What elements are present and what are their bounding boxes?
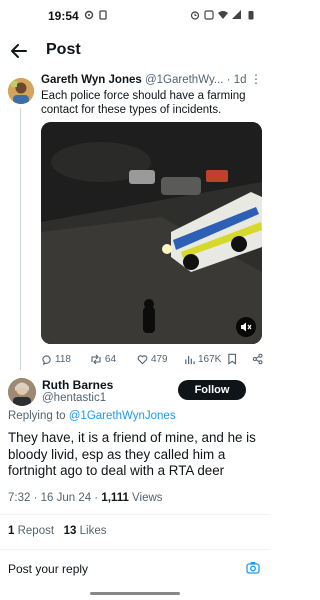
- views-total: 1,111: [101, 492, 129, 504]
- likes-total: 13: [63, 525, 77, 537]
- engagement-stats: 1 Repost 13 Likes: [8, 525, 106, 537]
- battery-icon: [248, 11, 254, 20]
- share-icon[interactable]: [252, 353, 263, 365]
- avatar-image: [8, 378, 36, 406]
- repost-action[interactable]: 64: [90, 354, 137, 365]
- author-name[interactable]: Ruth Barnes: [42, 378, 113, 392]
- post-text: Each police force should have a farming …: [41, 90, 246, 116]
- video-frame: [41, 122, 262, 344]
- parent-post-header: Gareth Wyn Jones @1GarethWy... · 1d: [41, 74, 263, 86]
- like-count: 479: [150, 353, 168, 365]
- repost-stat-label: Repost: [14, 525, 55, 537]
- nfc-icon: [204, 10, 214, 20]
- like-action[interactable]: 479: [137, 354, 184, 365]
- camera-icon[interactable]: [246, 561, 260, 575]
- views-count: 167K: [197, 353, 222, 365]
- reply-icon: [42, 354, 51, 365]
- reply-composer[interactable]: Post your reply: [0, 553, 270, 585]
- likes-stat[interactable]: 13 Likes: [64, 525, 107, 537]
- avatar[interactable]: [8, 78, 34, 104]
- mute-icon[interactable]: [236, 317, 256, 337]
- signal-icon: [232, 10, 241, 19]
- repost-icon: [91, 354, 101, 364]
- post-time: 1d: [233, 74, 247, 86]
- status-icons-left: [84, 10, 108, 20]
- post-timestamp: 7:32 · 16 Jun 24 · 1,111 Views: [8, 492, 163, 504]
- author-name[interactable]: Gareth Wyn Jones: [41, 74, 142, 86]
- replying-to-mention[interactable]: @1GarethWynJones: [69, 410, 176, 422]
- like-icon: [137, 354, 148, 364]
- repost-stat[interactable]: 1 Repost: [8, 525, 54, 537]
- home-indicator[interactable]: [90, 592, 180, 595]
- replying-to: Replying to @1GarethWynJones: [8, 410, 176, 422]
- back-arrow-icon[interactable]: [8, 40, 30, 62]
- settings-status-icon: [84, 10, 94, 20]
- meta-separator: ·: [226, 74, 231, 86]
- post-actions: 118 64 479 167K: [41, 352, 263, 366]
- reply-text: They have, it is a friend of mine, and h…: [8, 430, 256, 479]
- views-action[interactable]: 167K: [184, 354, 225, 365]
- reply-action[interactable]: 118: [41, 354, 90, 365]
- more-options-icon[interactable]: ⋮: [250, 72, 262, 86]
- repost-count: 64: [104, 353, 117, 365]
- wifi-icon: [218, 11, 228, 19]
- status-icons-right: [190, 10, 256, 20]
- timestamp-date[interactable]: 7:32 · 16 Jun 24 ·: [8, 492, 101, 504]
- views-icon: [185, 355, 195, 364]
- bookmark-icon[interactable]: [227, 353, 237, 365]
- reply-input[interactable]: Post your reply: [8, 562, 88, 576]
- status-time: 19:54: [48, 9, 79, 23]
- author-handle[interactable]: @hentastic1: [42, 392, 106, 404]
- replying-to-label: Replying to: [8, 410, 66, 422]
- follow-button[interactable]: Follow: [178, 380, 246, 400]
- views-label: Views: [128, 492, 163, 504]
- page-title: Post: [46, 41, 81, 58]
- divider: [0, 514, 270, 515]
- alarm-icon: [190, 11, 200, 20]
- thread-connector-line: [20, 108, 21, 370]
- top-bar: Post: [0, 34, 270, 70]
- media-status-icon: [99, 10, 107, 20]
- divider: [0, 549, 270, 550]
- avatar-image: [8, 78, 34, 104]
- author-handle[interactable]: @1GarethWy...: [145, 74, 223, 86]
- reply-count: 118: [55, 353, 71, 365]
- status-bar: 19:54: [0, 0, 270, 34]
- avatar[interactable]: [8, 378, 36, 406]
- video-player[interactable]: [41, 122, 262, 344]
- likes-stat-label: Likes: [76, 525, 107, 537]
